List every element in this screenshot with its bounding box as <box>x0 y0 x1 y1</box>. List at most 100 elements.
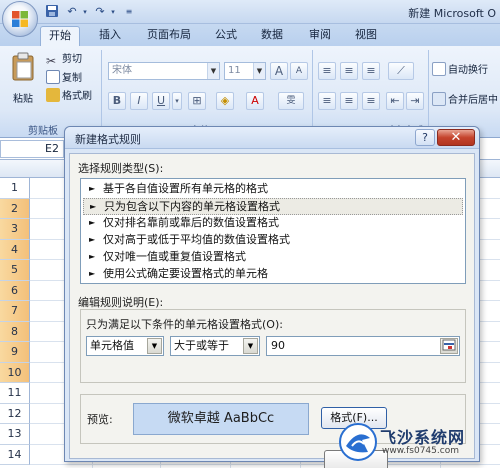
row-header[interactable]: 1 <box>0 178 30 199</box>
font-name-combo[interactable]: 宋体 ▼ <box>108 62 220 80</box>
customize-qat-icon[interactable]: ≡ <box>124 4 134 20</box>
increase-indent-icon[interactable]: ⇥ <box>406 92 424 110</box>
condition-type-value: 单元格值 <box>90 339 134 352</box>
format-painter-label: 格式刷 <box>62 91 92 102</box>
watermark-text: 飞沙系统网 <box>380 428 466 447</box>
chevron-down-icon[interactable]: ▼ <box>147 338 162 354</box>
tab-page-layout[interactable]: 页面布局 <box>140 26 198 46</box>
shrink-font-button[interactable]: A <box>290 62 308 80</box>
row-header[interactable]: 9 <box>0 342 30 363</box>
rule-type-item[interactable]: ► 使用公式确定要设置格式的单元格 <box>83 266 463 283</box>
phonetic-icon[interactable]: 雯 <box>278 92 304 110</box>
copy-label: 复制 <box>62 73 82 84</box>
align-right-icon[interactable]: ≡ <box>362 92 380 110</box>
row-header[interactable]: 11 <box>0 383 30 404</box>
edit-rule-label: 编辑规则说明(E): <box>78 296 164 309</box>
dialog-body: 选择规则类型(S): ► 基于各自值设置所有单元格的格式 ► 只为包含以下内容的单元… <box>69 153 475 468</box>
align-top-icon[interactable]: ≡ <box>318 62 336 80</box>
clipboard-group-label: 剪贴板 <box>28 126 58 137</box>
italic-button[interactable]: I <box>130 92 148 110</box>
copy-button[interactable]: 复制 <box>46 70 82 87</box>
rule-type-item[interactable]: ► 仅对唯一值或重复值设置格式 <box>83 249 463 266</box>
bold-button[interactable]: B <box>108 92 126 110</box>
row-header[interactable]: 6 <box>0 280 30 301</box>
triangle-right-icon: ► <box>90 202 97 211</box>
rule-type-item[interactable]: ► 仅对排名靠前或靠后的数值设置格式 <box>83 215 463 232</box>
row-header[interactable]: 14 <box>0 444 30 465</box>
tab-insert[interactable]: 插入 <box>90 26 130 46</box>
font-size-value: 11 <box>228 65 241 76</box>
name-box[interactable]: E2 <box>0 140 64 158</box>
help-button[interactable]: ? <box>415 129 435 146</box>
chevron-down-icon[interactable]: ▼ <box>243 338 258 354</box>
align-middle-icon[interactable]: ≡ <box>340 62 358 80</box>
format-painter-button[interactable]: 格式刷 <box>46 88 92 105</box>
grow-font-button[interactable]: A <box>270 62 288 80</box>
chevron-down-icon[interactable]: ▼ <box>207 63 219 79</box>
underline-dropdown-icon[interactable]: ▾ <box>172 92 182 110</box>
row-header[interactable]: 3 <box>0 219 30 240</box>
value-input[interactable]: 90 <box>266 336 460 356</box>
chevron-down-icon[interactable]: ▼ <box>253 63 265 79</box>
range-picker-icon[interactable] <box>440 338 458 354</box>
align-center-icon[interactable]: ≡ <box>340 92 358 110</box>
office-button[interactable] <box>2 1 38 37</box>
align-left-icon[interactable]: ≡ <box>318 92 336 110</box>
cut-button[interactable]: ✂ 剪切 <box>46 52 82 68</box>
row-header[interactable]: 13 <box>0 424 30 445</box>
rule-type-list[interactable]: ► 基于各自值设置所有单元格的格式 ► 只为包含以下内容的单元格设置格式 ► 仅对排名… <box>80 178 466 284</box>
paste-button[interactable]: 粘贴 <box>8 52 38 112</box>
row-header[interactable]: 2 <box>0 198 30 219</box>
triangle-right-icon: ► <box>89 184 96 193</box>
close-button[interactable]: ✕ <box>437 129 475 146</box>
triangle-right-icon: ► <box>89 218 96 227</box>
watermark-url: www.fs0745.com <box>382 446 459 456</box>
decrease-indent-icon[interactable]: ⇤ <box>386 92 404 110</box>
row-header[interactable]: 8 <box>0 321 30 342</box>
redo-icon[interactable]: ↷ <box>92 4 108 20</box>
operator-select[interactable]: 大于或等于 ▼ <box>170 336 260 356</box>
ribbon-separator <box>101 50 102 134</box>
new-format-rule-dialog: 新建格式规则 ? ✕ 选择规则类型(S): ► 基于各自值设置所有单元格的格式 ►… <box>64 126 480 468</box>
row-header[interactable]: 4 <box>0 239 30 260</box>
wrap-text-label: 自动换行 <box>448 65 488 76</box>
rule-type-item-selected[interactable]: ► 只为包含以下内容的单元格设置格式 <box>83 198 463 215</box>
rule-type-label: 只为包含以下内容的单元格设置格式 <box>104 200 280 213</box>
condition-type-select[interactable]: 单元格值 ▼ <box>86 336 164 356</box>
office-logo-icon <box>12 11 28 27</box>
font-color-icon[interactable]: A <box>246 92 264 110</box>
window-title: 新建 Microsoft O <box>408 7 496 20</box>
tab-formulas[interactable]: 公式 <box>206 26 246 46</box>
tab-view[interactable]: 视图 <box>346 26 386 46</box>
merge-center-button[interactable]: 合并后居中 <box>432 92 498 109</box>
underline-button[interactable]: U <box>152 92 170 110</box>
tab-review[interactable]: 审阅 <box>300 26 340 46</box>
scissors-icon: ✂ <box>46 54 57 68</box>
rule-type-item[interactable]: ► 基于各自值设置所有单元格的格式 <box>83 181 463 198</box>
undo-icon[interactable]: ↶ <box>64 4 80 20</box>
row-header[interactable]: 10 <box>0 362 30 383</box>
excel-window: ↶ ▾ ↷ ▾ ≡ 新建 Microsoft O 开始 插入 页面布局 公式 数… <box>0 0 500 468</box>
clipboard-icon <box>12 52 34 81</box>
operator-value: 大于或等于 <box>174 339 229 352</box>
site-watermark: 飞沙系统网 www.fs0745.com <box>338 420 498 468</box>
row-header[interactable]: 5 <box>0 260 30 281</box>
fill-color-icon[interactable]: ◈ <box>216 92 234 110</box>
align-bottom-icon[interactable]: ≡ <box>362 62 380 80</box>
paste-label: 粘贴 <box>13 94 33 105</box>
row-header[interactable]: 7 <box>0 301 30 322</box>
rule-type-item[interactable]: ► 仅对高于或低于平均值的数值设置格式 <box>83 232 463 249</box>
redo-dropdown-icon[interactable]: ▾ <box>108 4 118 20</box>
border-icon[interactable]: ⊞ <box>188 92 206 110</box>
tab-data[interactable]: 数据 <box>252 26 292 46</box>
undo-dropdown-icon[interactable]: ▾ <box>80 4 90 20</box>
save-icon[interactable] <box>44 4 60 20</box>
font-size-combo[interactable]: 11 ▼ <box>224 62 266 80</box>
orientation-icon[interactable]: ⟋ <box>388 62 414 80</box>
preview-sample: 微软卓越 AaBbCc <box>133 403 309 435</box>
watermark-logo-icon <box>339 423 377 461</box>
wrap-text-button[interactable]: 自动换行 <box>432 62 488 79</box>
brush-icon <box>46 88 60 102</box>
row-header[interactable]: 12 <box>0 403 30 424</box>
tab-home[interactable]: 开始 <box>40 26 80 46</box>
